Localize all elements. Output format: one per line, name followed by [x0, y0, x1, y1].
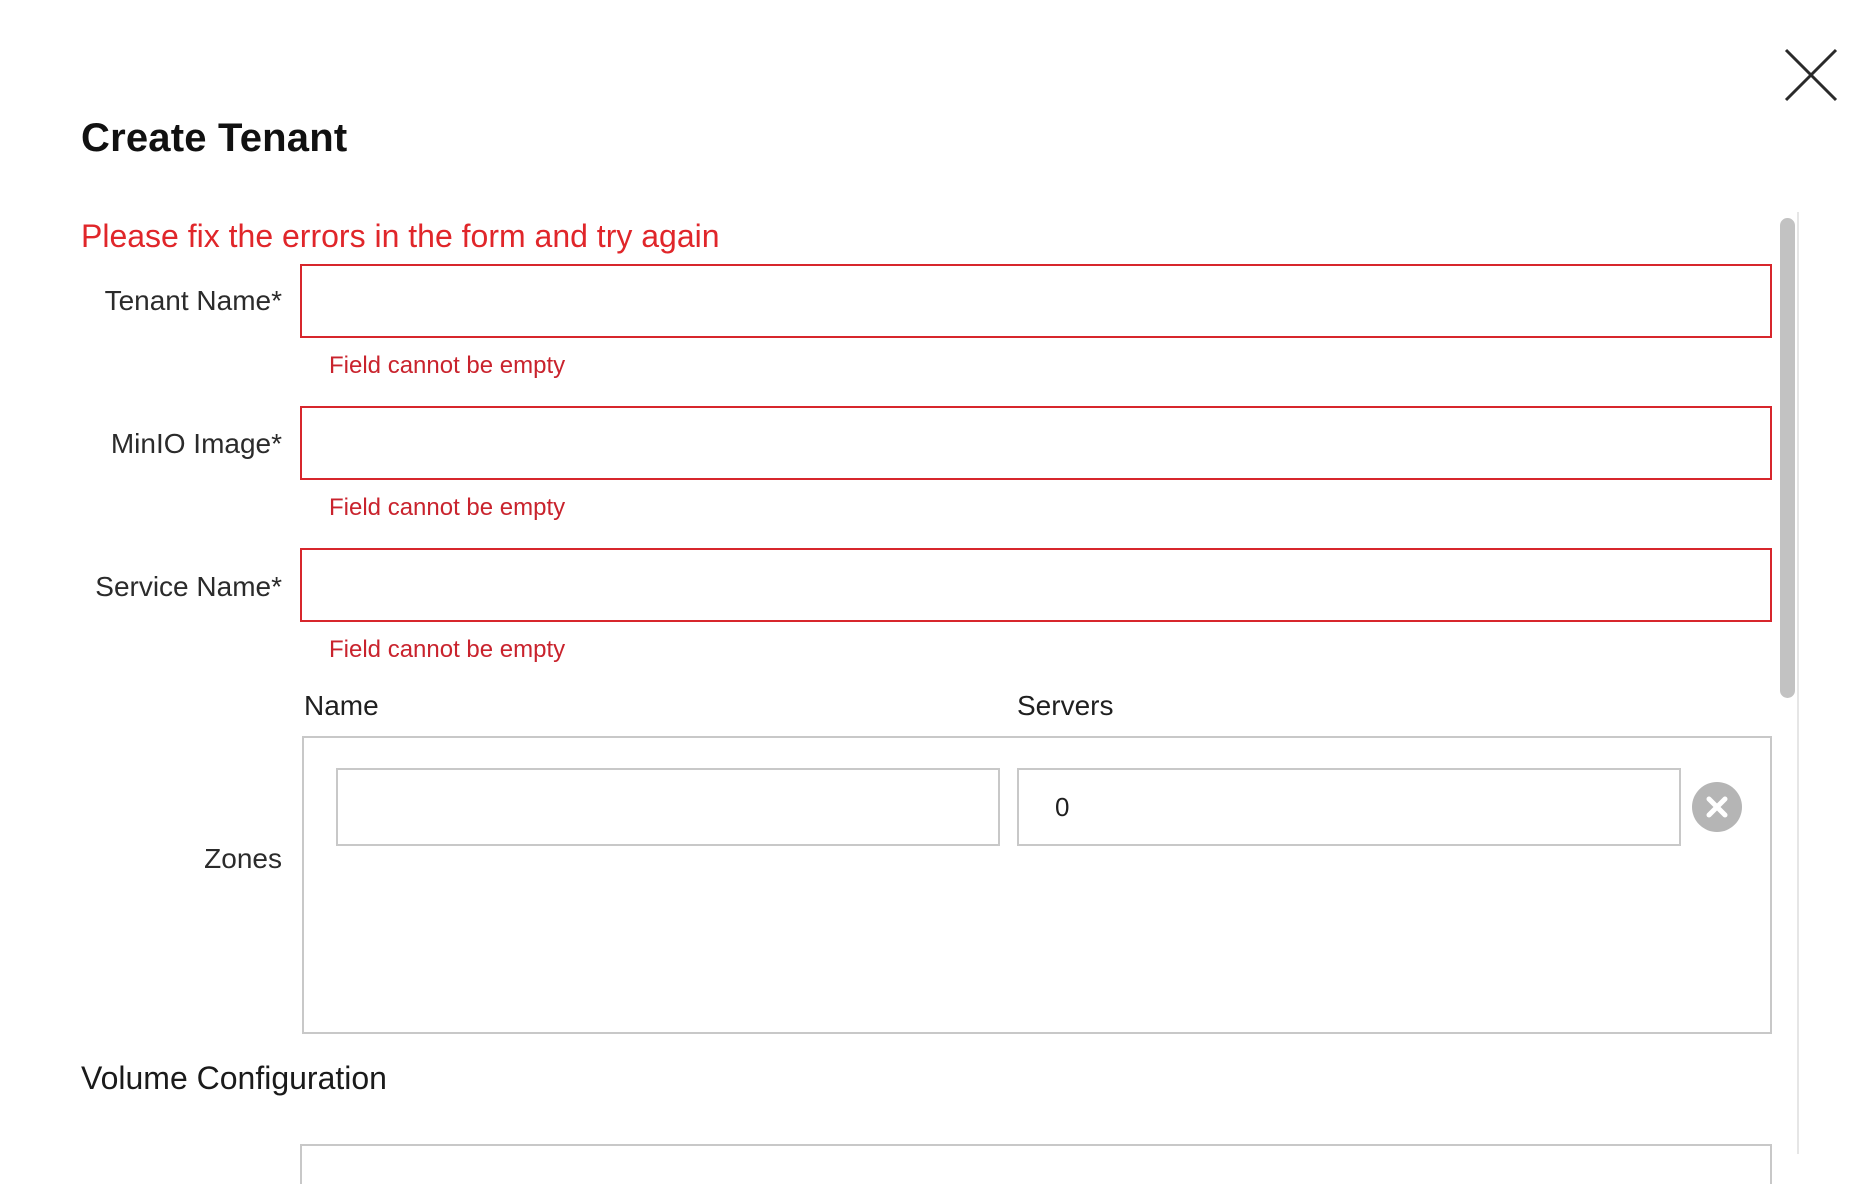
service-name-label: Service Name* — [95, 571, 282, 602]
zones-label: Zones — [204, 843, 282, 874]
dialog-title: Create Tenant — [81, 116, 348, 160]
remove-zone-button[interactable] — [1692, 782, 1742, 832]
zones-servers-column-header: Servers — [1017, 690, 1114, 721]
close-icon — [1784, 48, 1838, 102]
tenant-name-input[interactable] — [300, 264, 1772, 338]
minio-image-label: MinIO Image* — [110, 428, 282, 459]
minio-image-input[interactable] — [300, 406, 1772, 480]
remove-circle-icon — [1706, 796, 1728, 818]
volume-configuration-field[interactable] — [300, 1144, 1772, 1184]
scrollbar-thumb[interactable] — [1780, 218, 1795, 698]
volume-configuration-title: Volume Configuration — [81, 1060, 387, 1096]
minio-image-error: Field cannot be empty — [329, 494, 566, 521]
zones-name-column-header: Name — [304, 690, 379, 721]
zone-name-input[interactable] — [336, 768, 1000, 846]
scroll-area-divider — [1797, 212, 1799, 1154]
tenant-name-label: Tenant Name* — [104, 285, 282, 316]
tenant-name-error: Field cannot be empty — [329, 352, 566, 379]
zone-servers-input[interactable] — [1017, 768, 1681, 846]
close-button[interactable] — [1782, 46, 1840, 104]
form-error-summary: Please fix the errors in the form and tr… — [81, 218, 720, 254]
service-name-input[interactable] — [300, 548, 1772, 622]
service-name-error: Field cannot be empty — [329, 636, 566, 663]
